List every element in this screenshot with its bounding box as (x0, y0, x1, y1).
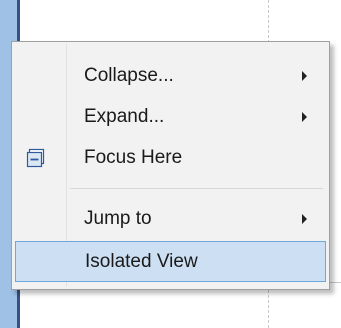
menu-item-label: Collapse... (84, 64, 174, 86)
menu-item-label: Isolated View (85, 250, 198, 272)
focus-frame-icon (26, 148, 46, 168)
menu-item-focus-here[interactable]: Focus Here (15, 137, 326, 178)
editor-canvas: Collapse... Expand... Focus Here Jump to (0, 0, 341, 328)
menu-separator (70, 188, 323, 189)
context-menu: Collapse... Expand... Focus Here Jump to (11, 41, 330, 290)
menu-item-label: Jump to (84, 207, 152, 229)
menu-item-isolated-view[interactable]: Isolated View (15, 241, 326, 282)
menu-item-label: Focus Here (84, 146, 183, 168)
menu-item-jump-to[interactable]: Jump to (15, 198, 326, 239)
menu-item-label: Expand... (84, 105, 165, 127)
menu-item-collapse[interactable]: Collapse... (15, 55, 326, 96)
submenu-arrow-icon (302, 70, 307, 81)
menu-item-expand[interactable]: Expand... (15, 96, 326, 137)
submenu-arrow-icon (302, 213, 307, 224)
submenu-arrow-icon (302, 111, 307, 122)
